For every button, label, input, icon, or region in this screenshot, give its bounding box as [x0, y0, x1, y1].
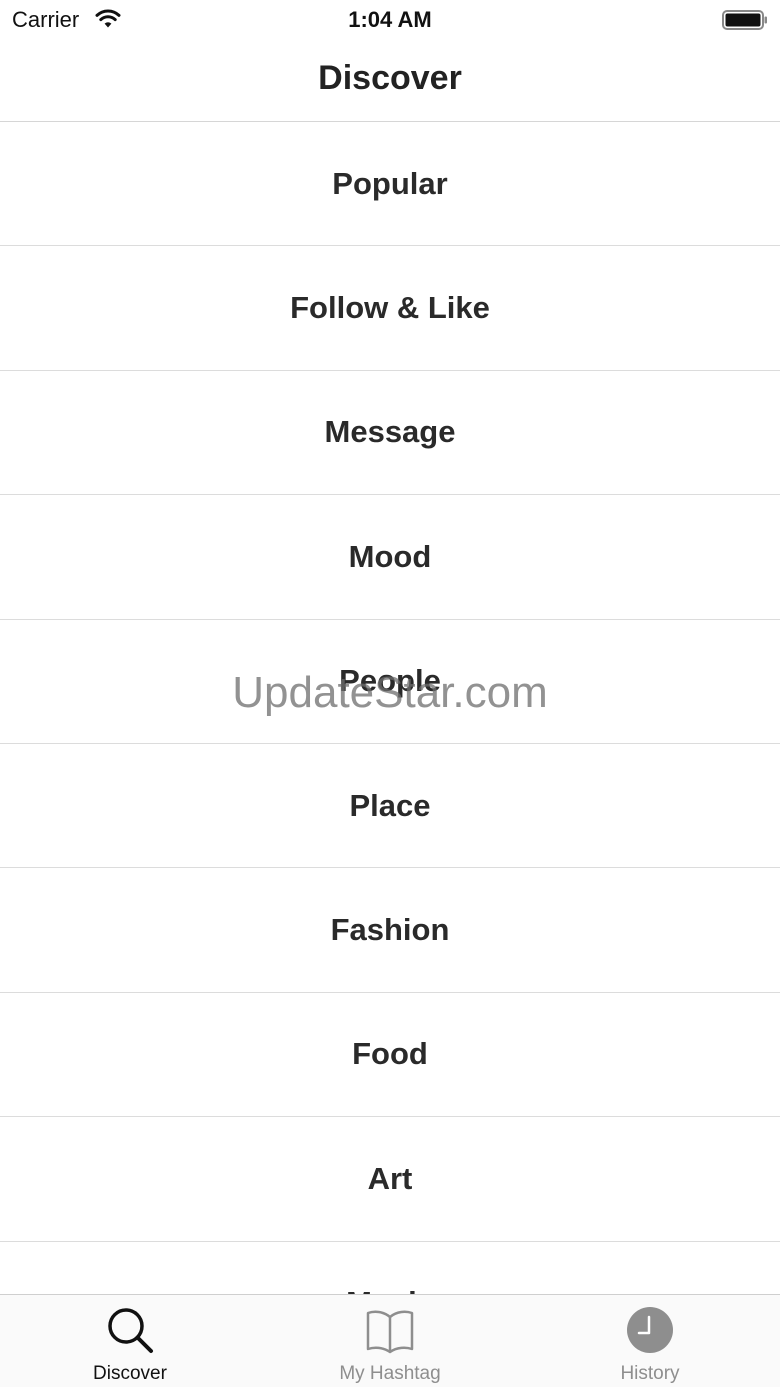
- list-item-label: People: [339, 663, 441, 699]
- list-item-label: Food: [352, 1036, 428, 1072]
- status-bar: Carrier 1:04 AM: [0, 0, 780, 40]
- tab-history[interactable]: History: [520, 1295, 780, 1387]
- list-item-label: Popular: [332, 165, 448, 201]
- tab-label: Discover: [93, 1363, 167, 1384]
- list-item-people[interactable]: People: [0, 620, 780, 744]
- tab-discover[interactable]: Discover: [0, 1295, 260, 1387]
- status-time: 1:04 AM: [348, 7, 432, 32]
- list-item-label: Art: [367, 1160, 413, 1196]
- book-icon: [366, 1310, 414, 1354]
- list-item-place[interactable]: Place: [0, 744, 780, 869]
- tab-label: History: [620, 1363, 680, 1384]
- list-item-follow-like[interactable]: Follow & Like: [0, 246, 780, 371]
- battery-icon: [722, 10, 767, 30]
- list-item-message[interactable]: Message: [0, 371, 780, 496]
- screen: Carrier 1:04 AM Discover Popular Follow …: [0, 0, 780, 1387]
- navigation-bar: Discover: [0, 40, 780, 122]
- list-item-label: Mood: [348, 538, 432, 574]
- list-item-label: Music: [346, 1285, 434, 1294]
- page-title: Discover: [318, 59, 462, 97]
- search-icon: [108, 1308, 153, 1353]
- list-item-label: Follow & Like: [290, 290, 490, 326]
- list-item-label: Fashion: [330, 912, 450, 948]
- clock-icon: [627, 1307, 673, 1353]
- list-item-food[interactable]: Food: [0, 993, 780, 1118]
- list-item-art[interactable]: Art: [0, 1117, 780, 1242]
- list-item-label: Message: [324, 414, 456, 450]
- tab-label: My Hashtag: [339, 1363, 441, 1384]
- category-list[interactable]: Popular Follow & Like Message Mood Peopl…: [0, 122, 780, 1294]
- list-item-music[interactable]: Music: [0, 1242, 780, 1294]
- list-item-popular[interactable]: Popular: [0, 122, 780, 247]
- tab-my-hashtag[interactable]: My Hashtag: [260, 1295, 520, 1387]
- list-item-fashion[interactable]: Fashion: [0, 868, 780, 993]
- list-item-mood[interactable]: Mood: [0, 495, 780, 620]
- list-item-label: Place: [349, 787, 431, 823]
- tab-bar: Discover My Hashtag History: [0, 1294, 780, 1387]
